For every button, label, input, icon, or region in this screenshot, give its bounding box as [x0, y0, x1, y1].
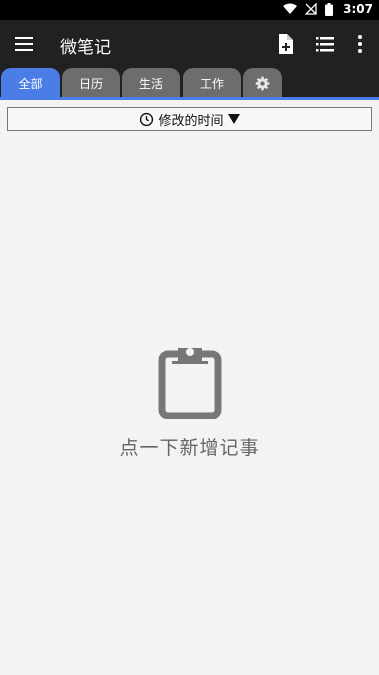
- tab-settings[interactable]: [243, 68, 282, 98]
- tab-all[interactable]: 全部: [1, 68, 60, 98]
- empty-state: 点一下新增记事: [0, 345, 379, 460]
- clock-time: 3:07: [343, 2, 373, 16]
- dropdown-arrow-icon: [227, 114, 240, 124]
- no-signal-icon: [305, 3, 317, 15]
- clipboard-icon[interactable]: [158, 345, 222, 419]
- tab-life[interactable]: 生活: [122, 68, 180, 98]
- tab-work[interactable]: 工作: [183, 68, 241, 98]
- new-note-icon[interactable]: [273, 32, 297, 56]
- tab-label: 生活: [138, 76, 163, 91]
- menu-icon[interactable]: [12, 32, 36, 56]
- tab-label: 日历: [78, 76, 103, 91]
- clock-icon: [140, 112, 154, 126]
- tab-indicator-line: [0, 97, 379, 100]
- tab-label: 全部: [18, 76, 43, 91]
- app-title: 微笔记: [60, 38, 111, 58]
- tab-calendar[interactable]: 日历: [62, 68, 120, 98]
- gear-icon: [255, 76, 270, 90]
- empty-message[interactable]: 点一下新增记事: [119, 433, 259, 460]
- list-view-icon[interactable]: [313, 32, 337, 56]
- app-bar: 微笔记: [0, 20, 379, 68]
- sort-label: 修改的时间: [158, 113, 224, 129]
- tab-strip: 全部 日历 生活 工作: [0, 68, 379, 100]
- status-bar: 3:07: [0, 0, 379, 20]
- sort-selector[interactable]: 修改的时间: [7, 107, 372, 131]
- battery-icon: [325, 2, 334, 16]
- tab-label: 工作: [199, 76, 224, 91]
- wifi-icon: [283, 3, 298, 14]
- more-options-icon[interactable]: [348, 32, 372, 56]
